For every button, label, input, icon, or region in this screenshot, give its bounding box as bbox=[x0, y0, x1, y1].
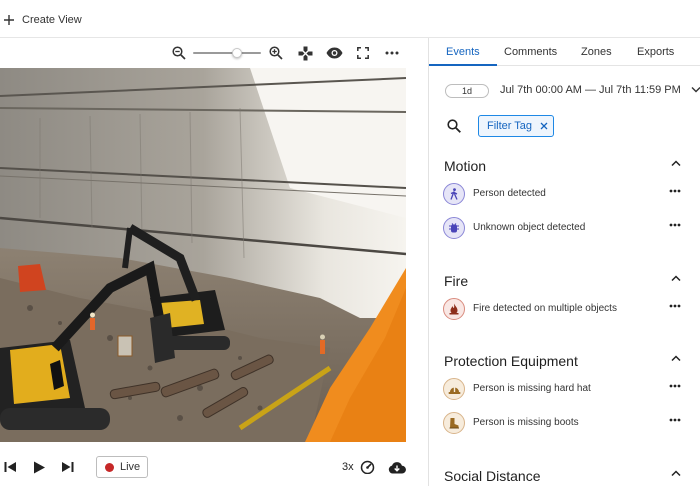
play-icon[interactable] bbox=[31, 459, 47, 475]
event-row[interactable]: Unknown object detected bbox=[443, 217, 693, 241]
tab-zones[interactable]: Zones bbox=[581, 46, 612, 58]
section-title-fire: Fire bbox=[444, 273, 469, 289]
unknown-object-icon bbox=[443, 217, 465, 239]
event-label: Person is missing boots bbox=[473, 417, 579, 428]
plus-icon bbox=[4, 15, 14, 25]
speedometer-icon[interactable] bbox=[359, 459, 375, 475]
filter-row: Filter Tag bbox=[445, 114, 695, 138]
top-bar: Create View bbox=[0, 0, 700, 38]
zoom-out-icon[interactable] bbox=[171, 45, 187, 61]
live-dot bbox=[105, 462, 114, 472]
chevron-down-icon[interactable] bbox=[691, 86, 700, 93]
event-label: Fire detected on multiple objects bbox=[473, 303, 617, 314]
playback-speed-label[interactable]: 3x bbox=[342, 461, 354, 473]
filter-tag-label: Filter Tag bbox=[487, 120, 533, 132]
event-row[interactable]: Person detected bbox=[443, 183, 693, 207]
section-title-protection-equipment: Protection Equipment bbox=[444, 353, 578, 369]
event-row[interactable]: Person is missing boots bbox=[443, 412, 693, 436]
tab-comments[interactable]: Comments bbox=[504, 46, 557, 58]
skip-previous-icon[interactable] bbox=[2, 459, 18, 475]
chevron-up-icon[interactable] bbox=[671, 470, 681, 477]
create-view-button[interactable]: Create View bbox=[4, 11, 82, 29]
live-button[interactable]: Live bbox=[96, 456, 148, 478]
range-duration-chip[interactable]: 1d bbox=[445, 84, 489, 98]
chevron-up-icon[interactable] bbox=[671, 160, 681, 167]
chevron-up-icon[interactable] bbox=[671, 275, 681, 282]
fire-icon bbox=[443, 298, 465, 320]
chevron-up-icon[interactable] bbox=[671, 355, 681, 362]
filter-tag-chip[interactable]: Filter Tag bbox=[478, 115, 554, 137]
more-horizontal-icon[interactable] bbox=[669, 304, 681, 308]
event-row[interactable]: Fire detected on multiple objects bbox=[443, 298, 693, 322]
section-title-social-distance: Social Distance bbox=[444, 468, 541, 484]
panel-tabs: Events Comments Zones Exports bbox=[429, 38, 700, 66]
more-horizontal-icon[interactable] bbox=[669, 189, 681, 193]
date-range-text[interactable]: Jul 7th 00:00 AM — Jul 7th 11:59 PM bbox=[500, 84, 681, 96]
player-controls: Live 3x bbox=[0, 448, 428, 486]
gamepad-icon[interactable] bbox=[297, 45, 313, 61]
active-tab-indicator bbox=[429, 64, 497, 66]
events-panel: Events Comments Zones Exports 1d Jul 7th… bbox=[428, 38, 700, 486]
cloud-download-icon[interactable] bbox=[388, 459, 406, 475]
more-horizontal-icon[interactable] bbox=[384, 45, 400, 61]
hard-hat-icon bbox=[443, 378, 465, 400]
section-title-motion: Motion bbox=[444, 158, 487, 174]
zoom-slider-track[interactable] bbox=[193, 52, 261, 54]
event-row[interactable]: Person is missing hard hat bbox=[443, 378, 693, 402]
video-toolbar bbox=[0, 38, 428, 68]
tab-events[interactable]: Events bbox=[446, 46, 480, 58]
eye-icon[interactable] bbox=[325, 45, 343, 61]
more-horizontal-icon[interactable] bbox=[669, 418, 681, 422]
person-walking-icon bbox=[443, 183, 465, 205]
more-horizontal-icon[interactable] bbox=[669, 384, 681, 388]
zoom-slider-thumb[interactable] bbox=[232, 48, 242, 58]
video-panel: Live 3x bbox=[0, 38, 428, 486]
create-view-label: Create View bbox=[22, 14, 82, 26]
fullscreen-icon[interactable] bbox=[355, 45, 371, 61]
boot-icon bbox=[443, 412, 465, 434]
more-horizontal-icon[interactable] bbox=[669, 223, 681, 227]
event-label: Unknown object detected bbox=[473, 222, 586, 233]
camera-feed[interactable] bbox=[0, 68, 406, 442]
construction-site-image bbox=[0, 68, 406, 442]
skip-next-icon[interactable] bbox=[60, 459, 76, 475]
event-label: Person is missing hard hat bbox=[473, 383, 591, 394]
live-label: Live bbox=[120, 461, 141, 473]
date-range-row: 1d Jul 7th 00:00 AM — Jul 7th 11:59 PM bbox=[445, 82, 700, 100]
tab-exports[interactable]: Exports bbox=[637, 46, 674, 58]
zoom-in-icon[interactable] bbox=[268, 45, 284, 61]
search-icon[interactable] bbox=[447, 119, 461, 133]
event-label: Person detected bbox=[473, 188, 546, 199]
close-icon[interactable] bbox=[540, 122, 548, 130]
